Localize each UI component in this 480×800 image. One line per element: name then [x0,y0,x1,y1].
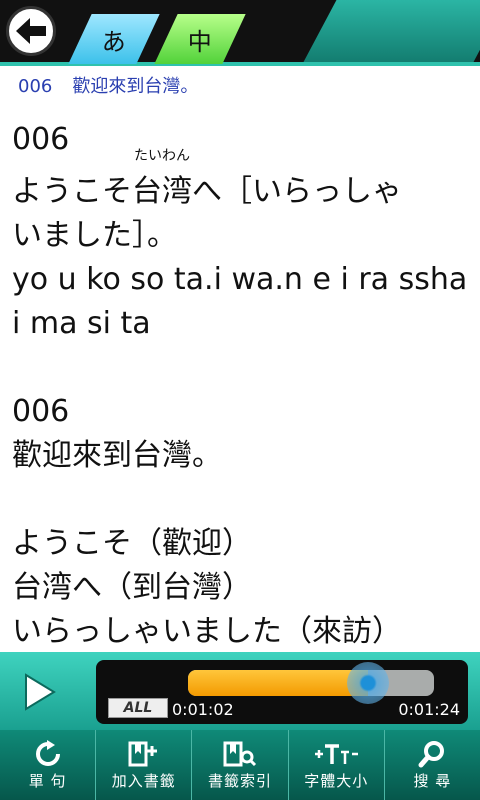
japanese-text-segment: へ［いらっしゃ [192,174,402,209]
sentence-header: 006 歡迎來到台灣。 [18,72,198,98]
font-size-label: 字體大小 [304,772,369,790]
search-icon [418,741,445,768]
sentence-header-number: 006 [18,76,53,97]
back-button[interactable] [6,6,56,56]
vocab-item: いらっしゃいました（來訪） [12,614,402,649]
refresh-icon [35,740,60,766]
furigana-base: 台湾 [132,174,192,209]
japanese-sentence-line-2: いました］。 [12,218,177,253]
back-arrow-icon [16,18,46,44]
japanese-text-segment: ようこそ [12,174,132,209]
top-bar: あ 中 [0,0,480,66]
single-sentence-button[interactable]: 單 句 [0,730,97,800]
search-button[interactable]: 搜 尋 [385,730,480,800]
chinese-sentence-number: 006 [12,394,70,429]
progress-slider[interactable] [188,662,434,704]
add-bookmark-label: 加入書籤 [111,772,176,790]
japanese-sentence-number: 006 [12,122,70,157]
play-icon [25,673,56,711]
tab-japanese-label: あ [102,27,126,56]
font-size-icon [315,744,359,764]
add-bookmark-button[interactable]: 加入書籤 [96,730,193,800]
bookmark-search-icon [223,741,257,767]
lesson-content: 006 ようこそ たいわん台湾へ［いらっしゃ いました］。 yo u ko so … [12,118,472,654]
sentence-header-text: 歡迎來到台灣。 [72,76,199,97]
chinese-sentence: 歡迎來到台灣。 [12,438,222,473]
vocab-item: ようこそ（歡迎） [12,526,252,561]
single-sentence-label: 單 句 [28,772,67,790]
tab-chinese-label: 中 [188,27,212,56]
repeat-all-button[interactable]: ALL [108,698,168,718]
japanese-sentence-line-1: ようこそ たいわん台湾へ［いらっしゃ [12,148,472,214]
furigana-word: たいわん 台湾 [132,148,192,214]
progress-thumb[interactable] [346,662,389,704]
audio-player: ALL 0:01:02 0:01:24 [0,652,480,730]
vocab-item: 台湾へ（到台灣） [12,570,252,605]
search-label: 搜 尋 [413,772,452,790]
romaji-line-1: yo u ko so ta.i wa.n e i ra ssha [12,262,468,297]
bookmark-add-icon [128,741,157,767]
player-panel: ALL 0:01:02 0:01:24 [96,660,468,724]
current-time: 0:01:02 [172,700,234,719]
tab-chinese[interactable]: 中 [154,14,246,64]
tab-japanese[interactable]: あ [68,14,160,64]
top-bar-decoration [303,0,480,62]
furigana-reading: たいわん [134,148,190,164]
progress-fill [188,670,368,696]
bookmark-index-button[interactable]: 書籤索引 [192,730,289,800]
romaji-line-2: i ma si ta [12,306,151,341]
total-time: 0:01:24 [398,700,460,719]
play-button[interactable] [20,672,60,712]
font-size-button[interactable]: 字體大小 [289,730,385,800]
bottom-toolbar: 單 句 加入書籤 書籤索引 字體大小 搜 尋 [0,730,480,800]
bookmark-index-label: 書籤索引 [208,772,273,790]
